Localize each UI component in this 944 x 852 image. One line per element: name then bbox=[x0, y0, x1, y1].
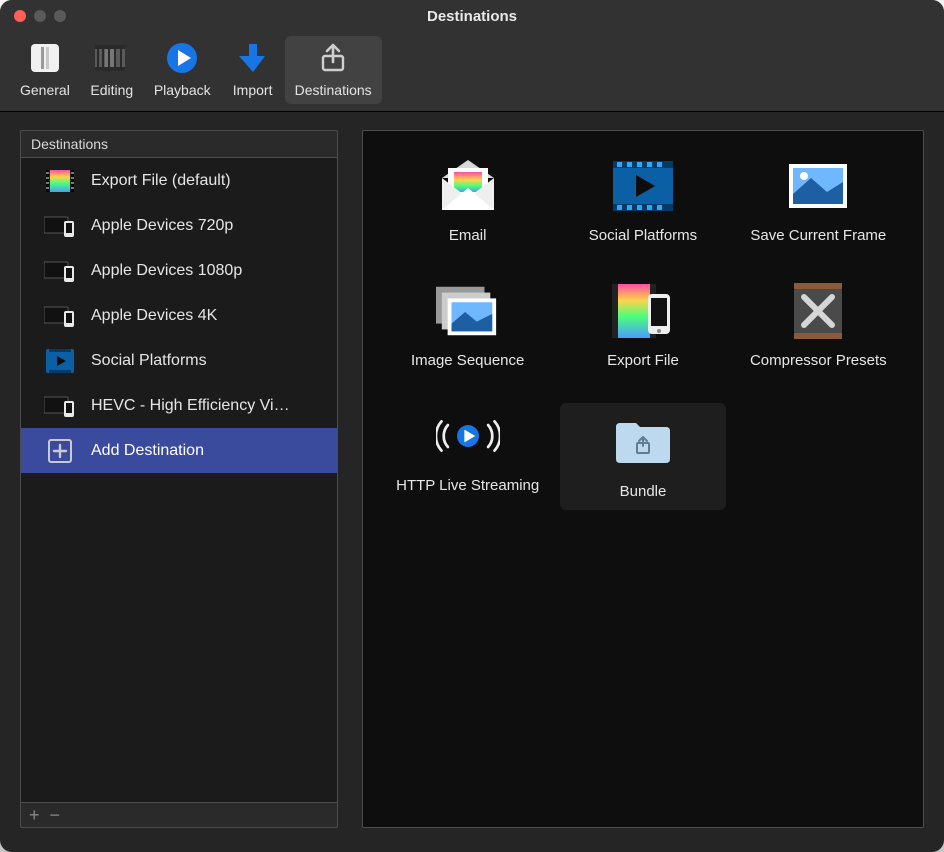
close-window-button[interactable] bbox=[14, 10, 26, 22]
titlebar: Destinations bbox=[0, 0, 944, 32]
devices-icon bbox=[43, 393, 77, 419]
export-file-icon bbox=[611, 282, 675, 340]
sidebar-list: Export File (default) Apple Devices 720p… bbox=[20, 158, 338, 802]
tab-destinations-label: Destinations bbox=[295, 82, 372, 98]
destinations-icon bbox=[311, 36, 355, 80]
templates-panel: Email Social Platforms Save Current Fram… bbox=[362, 130, 924, 828]
template-save-current-frame[interactable]: Save Current Frame bbox=[736, 153, 901, 244]
bundle-folder-icon bbox=[611, 413, 675, 471]
template-label: Social Platforms bbox=[589, 227, 697, 244]
destinations-sidebar: Destinations Export File (default) Apple… bbox=[20, 130, 338, 828]
sidebar-item-label: Export File (default) bbox=[91, 172, 231, 190]
sidebar-item-social-platforms[interactable]: Social Platforms bbox=[21, 338, 337, 383]
social-film-icon bbox=[43, 348, 77, 374]
sidebar-footer: + − bbox=[20, 802, 338, 828]
general-icon bbox=[23, 36, 67, 80]
template-image-sequence[interactable]: Image Sequence bbox=[385, 278, 550, 369]
devices-icon bbox=[43, 258, 77, 284]
sidebar-item-add-destination[interactable]: Add Destination bbox=[21, 428, 337, 473]
picture-icon bbox=[786, 157, 850, 215]
zoom-window-button[interactable] bbox=[54, 10, 66, 22]
import-icon bbox=[231, 36, 275, 80]
template-label: Email bbox=[449, 227, 487, 244]
add-destination-button[interactable]: + bbox=[29, 806, 40, 824]
tab-destinations[interactable]: Destinations bbox=[285, 36, 382, 104]
preferences-window: Destinations General bbox=[0, 0, 944, 852]
template-social-platforms[interactable]: Social Platforms bbox=[560, 153, 725, 244]
tab-editing-label: Editing bbox=[90, 82, 133, 98]
sequence-icon bbox=[436, 282, 500, 340]
template-label: Save Current Frame bbox=[750, 227, 886, 244]
playback-icon bbox=[160, 36, 204, 80]
sidebar-item-label: Apple Devices 720p bbox=[91, 217, 233, 235]
sidebar-item-label: Apple Devices 4K bbox=[91, 307, 217, 325]
sidebar-item-label: Social Platforms bbox=[91, 352, 207, 370]
remove-destination-button[interactable]: − bbox=[50, 806, 61, 824]
sidebar-item-label: Add Destination bbox=[91, 442, 204, 460]
compressor-icon bbox=[786, 282, 850, 340]
template-bundle[interactable]: Bundle bbox=[560, 403, 725, 510]
tab-import-label: Import bbox=[233, 82, 273, 98]
template-email[interactable]: Email bbox=[385, 153, 550, 244]
tab-editing[interactable]: Editing bbox=[80, 36, 144, 104]
sidebar-item-hevc[interactable]: HEVC - High Efficiency Vi… bbox=[21, 383, 337, 428]
sidebar-item-apple-4k[interactable]: Apple Devices 4K bbox=[21, 293, 337, 338]
template-label: HTTP Live Streaming bbox=[396, 477, 539, 494]
tab-general-label: General bbox=[20, 82, 70, 98]
devices-icon bbox=[43, 303, 77, 329]
window-controls bbox=[0, 10, 66, 22]
templates-grid: Email Social Platforms Save Current Fram… bbox=[385, 153, 901, 510]
sidebar-item-label: HEVC - High Efficiency Vi… bbox=[91, 397, 290, 415]
sidebar-item-apple-1080p[interactable]: Apple Devices 1080p bbox=[21, 248, 337, 293]
window-title: Destinations bbox=[0, 8, 944, 25]
sidebar-item-apple-720p[interactable]: Apple Devices 720p bbox=[21, 203, 337, 248]
devices-icon bbox=[43, 213, 77, 239]
content-area: Destinations Export File (default) Apple… bbox=[0, 112, 944, 852]
sidebar-header: Destinations bbox=[20, 130, 338, 158]
add-icon bbox=[43, 438, 77, 464]
tab-playback[interactable]: Playback bbox=[144, 36, 221, 104]
sidebar-item-label: Apple Devices 1080p bbox=[91, 262, 242, 280]
editing-icon bbox=[90, 36, 134, 80]
template-http-live-streaming[interactable]: HTTP Live Streaming bbox=[385, 403, 550, 510]
hls-icon bbox=[436, 407, 500, 465]
social-film-icon bbox=[611, 157, 675, 215]
tab-import[interactable]: Import bbox=[221, 36, 285, 104]
template-label: Compressor Presets bbox=[750, 352, 887, 369]
minimize-window-button[interactable] bbox=[34, 10, 46, 22]
tab-playback-label: Playback bbox=[154, 82, 211, 98]
tab-general[interactable]: General bbox=[10, 36, 80, 104]
sidebar-item-export-file-default[interactable]: Export File (default) bbox=[21, 158, 337, 203]
email-icon bbox=[436, 157, 500, 215]
template-export-file[interactable]: Export File bbox=[560, 278, 725, 369]
template-label: Bundle bbox=[620, 483, 667, 500]
template-compressor-presets[interactable]: Compressor Presets bbox=[736, 278, 901, 369]
film-color-icon bbox=[43, 168, 77, 194]
toolbar: General Editing bbox=[0, 32, 944, 112]
template-label: Export File bbox=[607, 352, 679, 369]
template-label: Image Sequence bbox=[411, 352, 524, 369]
